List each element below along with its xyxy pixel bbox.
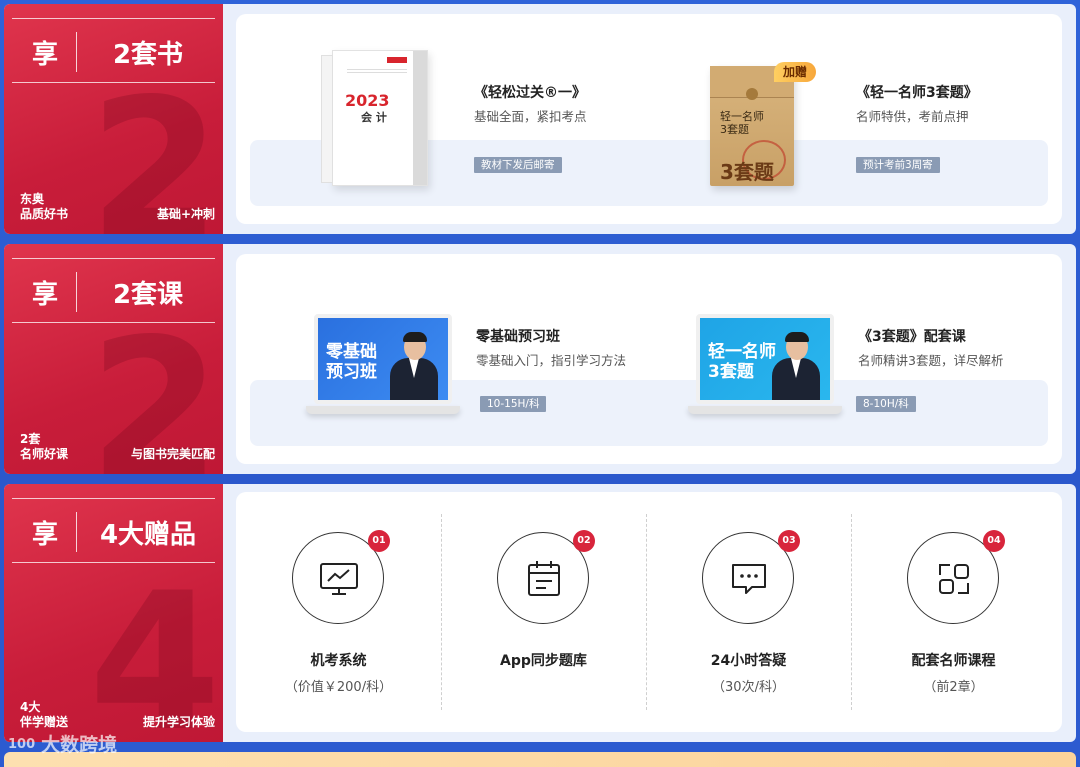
course-video-laptop[interactable]: 轻一名师 3套题: [688, 314, 842, 414]
section-caption-right: 提升学习体验: [142, 715, 215, 729]
cover-subject: 会 计: [361, 111, 387, 124]
course-title[interactable]: 零基础预习班: [476, 326, 560, 346]
exam-papers-envelope-image[interactable]: 轻一名师 3套题 3套题: [710, 66, 794, 186]
gifts-panel: 01 机考系统 （价值￥200/科） 02 App同步题库 03 24小时答疑 …: [236, 492, 1062, 732]
gift-title: 配套名师课程: [911, 653, 996, 669]
hours-tag: 10-15H/科: [480, 396, 547, 412]
enjoy-label: 享: [32, 40, 59, 70]
enjoy-label: 享: [32, 280, 59, 310]
chat-bubble-icon: [732, 564, 766, 594]
watermark-logo: 100: [8, 737, 36, 752]
section-caption-right: 基础+冲刺: [156, 207, 215, 221]
book-title[interactable]: 《轻一名师3套题》: [856, 82, 978, 102]
gift-24h-qa[interactable]: 03 24小时答疑 （30次/科）: [646, 492, 851, 732]
gift-title: 24小时答疑: [710, 653, 787, 669]
apps-grid-icon: [939, 564, 969, 594]
gift-number: 04: [983, 530, 1005, 552]
section-caption-left: 东奥 品质好书: [20, 192, 69, 221]
book-title[interactable]: 《轻松过关®一》: [474, 82, 586, 102]
section-header-courses: 享 2套课 2 2套 名师好课 与图书完美匹配: [4, 244, 223, 474]
course-subtitle: 零基础入门，指引学习方法: [476, 353, 627, 368]
course-subtitle: 名师精讲3套题，详尽解析: [858, 353, 1004, 368]
watermark: 100 大数跨境: [8, 734, 118, 756]
shipping-tag: 教材下发后邮寄: [474, 157, 562, 173]
books-panel: 2023 会 计 《轻松过关®一》 基础全面，紧扣考点 教材下发后邮寄 轻一名师…: [236, 14, 1062, 224]
section-books: 享 2套书 2 东奥 品质好书 基础+冲刺 2023 会 计 《轻松过关®一》 …: [4, 4, 1076, 234]
gift-subtitle: （前2章）: [923, 680, 984, 695]
book-cover-image[interactable]: 2023 会 计: [321, 50, 428, 186]
section-header-books: 享 2套书 2 东奥 品质好书 基础+冲刺: [4, 4, 223, 234]
section-gifts: 享 4大赠品 4 4大 伴学赠送 提升学习体验 01 机考系统 （价值￥200/…: [4, 484, 1076, 742]
publisher-logo: [387, 57, 407, 63]
section-caption-right: 与图书完美匹配: [130, 447, 215, 461]
gift-exam-system[interactable]: 01 机考系统 （价值￥200/科）: [236, 492, 441, 732]
gift-title: App同步题库: [500, 653, 587, 669]
calendar-icon: [528, 561, 560, 596]
gift-subtitle: （价值￥200/科）: [284, 680, 393, 695]
hours-tag: 8-10H/科: [856, 396, 916, 412]
teacher-portrait: [772, 332, 820, 400]
section-header-gifts: 享 4大赠品 4 4大 伴学赠送 提升学习体验: [4, 484, 223, 742]
next-section-strip: [4, 752, 1076, 767]
bonus-badge: 加赠: [774, 62, 817, 82]
cover-year: 2023: [345, 91, 390, 110]
section-courses: 享 2套课 2 2套 名师好课 与图书完美匹配 零基础 预习班 零基础预习班 零…: [4, 244, 1076, 474]
section-headline: 4大赠品: [99, 520, 197, 550]
gift-subtitle: （30次/科）: [712, 680, 785, 695]
enjoy-label: 享: [32, 520, 59, 550]
gift-number: 01: [368, 530, 390, 552]
gift-app-question-bank[interactable]: 02 App同步题库: [441, 492, 646, 732]
section-caption-left: 4大 伴学赠送: [20, 700, 69, 729]
course-title[interactable]: 《3套题》配套课: [858, 326, 966, 346]
book-subtitle: 名师特供，考前点押: [856, 109, 969, 124]
book-subtitle: 基础全面，紧扣考点: [474, 109, 587, 124]
gift-title: 机考系统: [310, 653, 367, 669]
shipping-tag: 预计考前3周寄: [856, 157, 940, 173]
teacher-portrait: [390, 332, 438, 400]
course-video-laptop[interactable]: 零基础 预习班: [306, 314, 460, 414]
gift-number: 03: [778, 530, 800, 552]
courses-panel: 零基础 预习班 零基础预习班 零基础入门，指引学习方法 10-15H/科 轻一名…: [236, 254, 1062, 464]
gift-number: 02: [573, 530, 595, 552]
gift-matching-courses[interactable]: 04 配套名师课程 （前2章）: [851, 492, 1056, 732]
section-caption-left: 2套 名师好课: [20, 432, 69, 461]
monitor-chart-icon: [320, 563, 358, 595]
